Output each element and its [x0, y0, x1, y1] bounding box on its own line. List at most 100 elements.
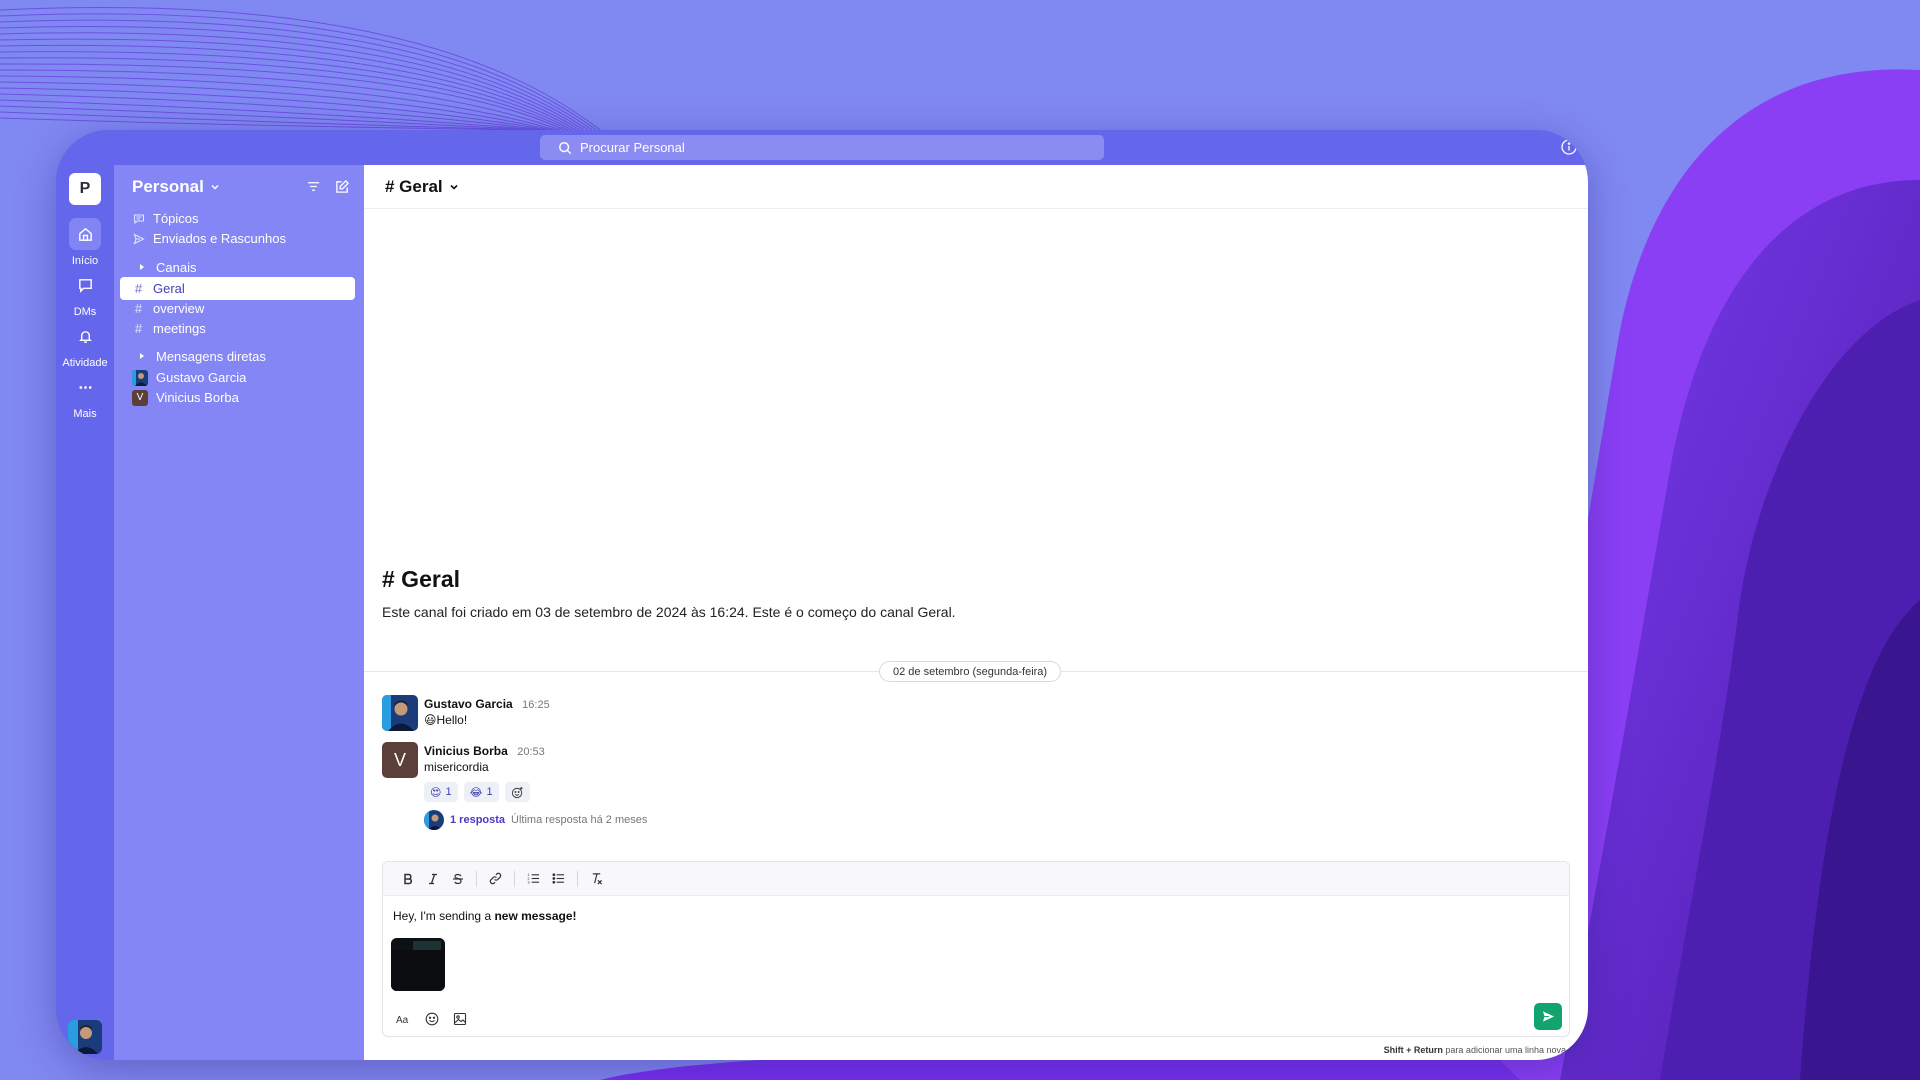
ordered-list-icon: 123	[527, 873, 540, 885]
text-format-icon: Aa	[396, 1015, 409, 1025]
info-icon	[1561, 139, 1577, 155]
bullet-list-icon	[552, 873, 565, 884]
message-draft[interactable]: Hey, I'm sending a new message!	[393, 909, 577, 923]
bullet-list-button[interactable]	[546, 868, 571, 890]
attach-image-button[interactable]	[451, 1010, 469, 1028]
reaction-emoji: 😂	[469, 786, 483, 799]
send-button[interactable]	[1534, 1003, 1562, 1030]
toolbar-separator	[514, 870, 515, 887]
message-text: misericordia	[424, 760, 489, 774]
emoji-button[interactable]	[423, 1010, 441, 1028]
svg-text:3: 3	[527, 881, 529, 885]
date-divider[interactable]: 02 de setembro (segunda-feira)	[879, 661, 1062, 682]
draft-bold-text: new message!	[494, 909, 577, 923]
clear-formatting-button[interactable]	[584, 868, 609, 890]
chat-bubble-icon	[69, 269, 101, 301]
hint-text: para adicionar uma linha nova	[1442, 1045, 1566, 1055]
add-reaction-button[interactable]	[504, 782, 530, 802]
section-label: Canais	[156, 259, 197, 275]
filter-icon[interactable]	[306, 179, 321, 194]
workspace-name: Personal	[132, 177, 204, 196]
message-composer[interactable]: 123 Hey, I'm sending a new message! Aa	[382, 861, 1570, 1037]
caret-right-icon	[140, 264, 144, 270]
sidebar-item-label: Tópicos	[153, 211, 199, 226]
rail-item-home[interactable]: Início	[56, 218, 114, 267]
formatting-toolbar: 123	[383, 862, 1569, 896]
caret-right-icon	[140, 353, 144, 359]
sidebar-item-label: Gustavo Garcia	[156, 370, 247, 385]
sidebar-item-label: meetings	[153, 321, 206, 336]
sidebar-item-dm-vinicius[interactable]: V Vinicius Borba	[120, 386, 355, 409]
channel-view: # Geral # Geral Este canal foi criado em…	[364, 165, 1588, 1060]
top-bar: Procurar Personal	[56, 130, 1588, 165]
chevron-down-icon	[450, 184, 458, 190]
image-attachment[interactable]	[391, 938, 445, 991]
sidebar-item-label: Enviados e Rascunhos	[153, 231, 286, 246]
italic-icon	[428, 873, 437, 884]
avatar-initial: V	[136, 392, 144, 403]
hint-keys: Shift + Return	[1383, 1045, 1443, 1055]
strikethrough-button[interactable]	[445, 868, 470, 890]
channel-header[interactable]: # Geral	[364, 165, 1588, 209]
search-input[interactable]: Procurar Personal	[540, 135, 1104, 160]
composer-hint: Shift + Return para adicionar uma linha …	[1384, 1045, 1566, 1055]
image-icon	[453, 1012, 467, 1026]
more-icon	[69, 371, 101, 403]
thread-summary[interactable]: 1 resposta Última resposta há 2 meses	[424, 810, 647, 830]
italic-button[interactable]	[420, 868, 445, 890]
reaction-count: 1	[445, 786, 452, 798]
toolbar-separator	[577, 870, 578, 887]
avatar[interactable]	[382, 695, 418, 731]
sidebar-item-label: overview	[153, 301, 205, 316]
thread-reply-count[interactable]: 1 resposta	[450, 814, 505, 826]
section-direct-messages[interactable]: Mensagens diretas	[138, 346, 266, 366]
rail-item-dms[interactable]: DMs	[56, 269, 114, 318]
channel-title: # Geral	[385, 176, 443, 196]
rail-label-more: Mais	[73, 408, 97, 420]
thread-last-reply: Última resposta há 2 meses	[511, 814, 648, 826]
bold-button[interactable]	[395, 868, 420, 890]
text-format-toggle[interactable]: Aa	[395, 1010, 413, 1028]
info-button[interactable]	[1560, 138, 1578, 156]
rail-item-activity[interactable]: Atividade	[56, 320, 114, 369]
message-author[interactable]: Gustavo Garcia	[424, 697, 513, 711]
hash-icon: #	[134, 281, 143, 296]
reaction-joy[interactable]: 😂 1	[463, 782, 499, 802]
sidebar-item-meetings[interactable]: # meetings	[120, 317, 355, 340]
workspace-badge[interactable]: P	[69, 173, 101, 205]
toolbar-separator	[476, 870, 477, 887]
send-icon	[1542, 1011, 1554, 1022]
user-avatar[interactable]	[68, 1020, 102, 1054]
rail-item-more[interactable]: Mais	[56, 371, 114, 420]
message-author[interactable]: Vinicius Borba	[424, 744, 508, 758]
avatar: V	[132, 389, 148, 406]
hash-icon: #	[134, 301, 143, 316]
bell-icon	[69, 320, 101, 352]
channel-sidebar: Personal Tópicos Enviados e Rascunhos Ca…	[114, 165, 364, 1060]
avatar	[132, 369, 148, 386]
workspace-switcher[interactable]: Personal	[132, 177, 220, 197]
strikethrough-icon	[452, 873, 463, 884]
reaction-emoji: 😍	[430, 786, 442, 799]
rail-label-activity: Atividade	[62, 357, 108, 369]
reactions: 😍 1 😂 1	[424, 782, 530, 802]
add-emoji-icon	[511, 786, 523, 798]
reaction-heart-eyes[interactable]: 😍 1	[424, 782, 458, 802]
section-channels[interactable]: Canais	[138, 257, 196, 277]
avatar[interactable]: V	[382, 742, 418, 778]
message-time: 16:25	[522, 699, 550, 711]
channel-intro-text: Este canal foi criado em 03 de setembro …	[382, 604, 956, 620]
sidebar-item-label: Geral	[153, 281, 185, 296]
threads-icon	[132, 213, 145, 225]
compose-icon[interactable]	[335, 179, 350, 194]
rail-label-home: Início	[71, 255, 99, 267]
channel-intro-title: # Geral	[382, 566, 460, 592]
link-icon	[489, 872, 502, 885]
composer-tools: Aa	[395, 1010, 469, 1028]
avatar	[424, 810, 444, 830]
reaction-count: 1	[486, 786, 493, 798]
link-button[interactable]	[483, 868, 508, 890]
send-icon	[132, 232, 145, 245]
ordered-list-button[interactable]: 123	[521, 868, 546, 890]
sidebar-item-sent-drafts[interactable]: Enviados e Rascunhos	[120, 227, 355, 250]
